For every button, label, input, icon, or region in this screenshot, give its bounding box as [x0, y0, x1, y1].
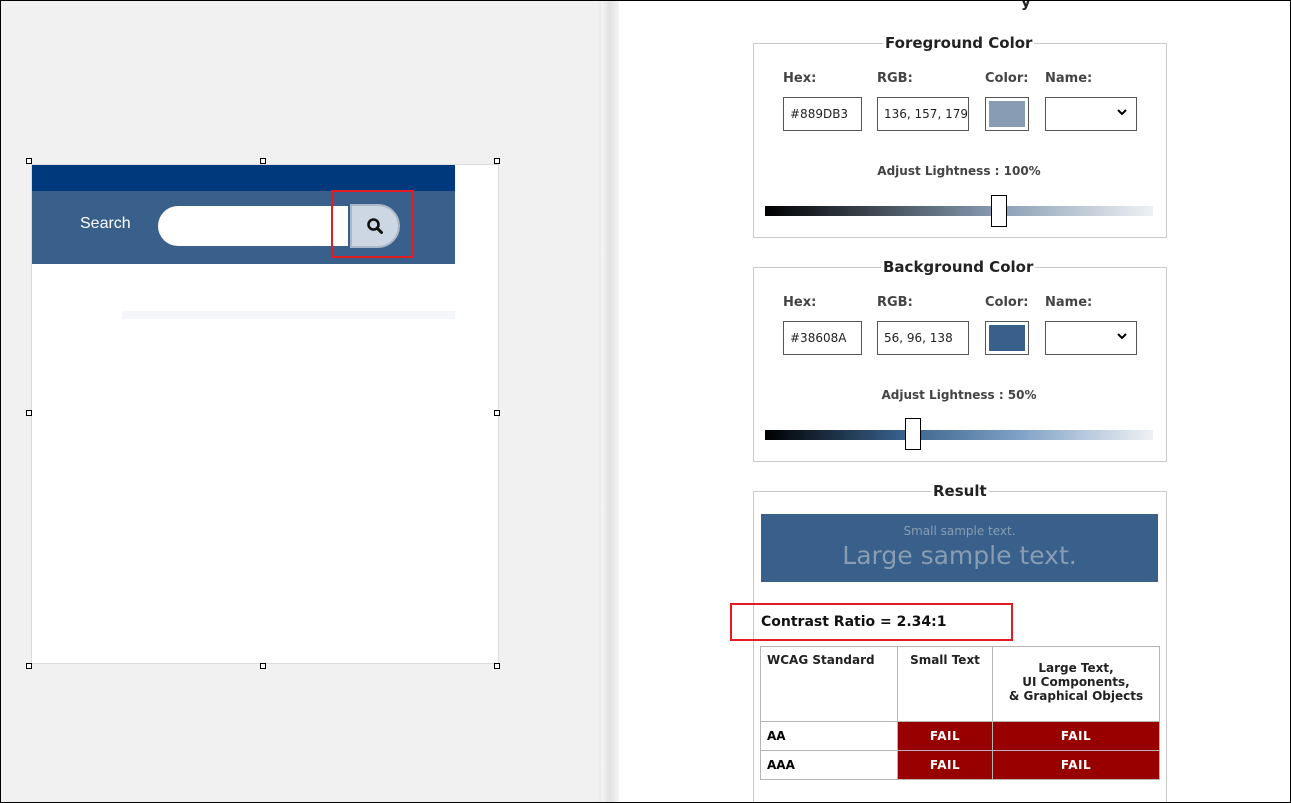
- pane-divider-shadow: [597, 1, 619, 802]
- preview-pane: Search: [1, 1, 601, 802]
- table-row: AAA FAIL FAIL: [760, 750, 1160, 780]
- fg-adjust-lightness-label: Adjust Lightness : 100%: [877, 164, 1041, 178]
- large-sample-text: Large sample text.: [842, 541, 1077, 570]
- resize-handle-bottom[interactable]: [260, 663, 266, 669]
- resize-handle-top-left[interactable]: [26, 158, 32, 164]
- contrast-ratio-highlight: [730, 603, 1013, 641]
- bg-lightness-slider[interactable]: [765, 430, 1153, 440]
- bg-name-label: Name:: [1045, 295, 1093, 310]
- bg-adjust-lightness-label: Adjust Lightness : 50%: [881, 388, 1037, 402]
- resize-handle-top[interactable]: [260, 158, 266, 164]
- fg-rgb-label: RGB:: [877, 71, 913, 86]
- resize-handle-right[interactable]: [494, 410, 500, 416]
- chevron-down-icon: [1117, 333, 1127, 340]
- fg-lightness-slider[interactable]: [765, 206, 1153, 216]
- fg-color-swatch[interactable]: [985, 97, 1029, 131]
- screenshot-frame: Search y Foreground Color Hex: RGB: Colo…: [0, 0, 1291, 803]
- resize-handle-bottom-left[interactable]: [26, 663, 32, 669]
- bg-rgb-input[interactable]: 56, 96, 138: [877, 321, 969, 355]
- background-legend: Background Color: [881, 258, 1036, 276]
- fg-lightness-slider-thumb[interactable]: [991, 195, 1007, 227]
- header-small-text: Small Text: [897, 646, 993, 722]
- foreground-legend: Foreground Color: [883, 34, 1035, 52]
- preview-canvas: Search: [31, 164, 499, 664]
- row-large-result: FAIL: [992, 750, 1160, 780]
- resize-handle-left[interactable]: [26, 410, 32, 416]
- row-small-result: FAIL: [897, 750, 993, 780]
- search-label: Search: [80, 215, 131, 232]
- resize-handle-bottom-right[interactable]: [494, 663, 500, 669]
- table-row: AA FAIL FAIL: [760, 721, 1160, 751]
- row-standard: AAA: [760, 750, 898, 780]
- bg-hex-input[interactable]: #38608A: [783, 321, 862, 355]
- fg-hex-input[interactable]: #889DB3: [783, 97, 862, 131]
- fg-hex-label: Hex:: [783, 71, 817, 86]
- bg-name-select[interactable]: [1045, 321, 1137, 355]
- bg-hex-label: Hex:: [783, 295, 817, 310]
- fg-rgb-input[interactable]: 136, 157, 179: [877, 97, 969, 131]
- row-small-result: FAIL: [897, 721, 993, 751]
- bg-lightness-slider-thumb[interactable]: [905, 418, 921, 450]
- result-legend: Result: [931, 482, 989, 500]
- small-sample-text: Small sample text.: [903, 524, 1016, 538]
- bg-rgb-label: RGB:: [877, 295, 913, 310]
- nav-top-strip: [32, 165, 455, 191]
- search-input[interactable]: [158, 206, 348, 246]
- heading-fragment: y: [1021, 0, 1031, 11]
- chevron-down-icon: [1117, 109, 1127, 116]
- fg-color-label: Color:: [985, 71, 1029, 86]
- sample-text-preview: Small sample text. Large sample text.: [761, 514, 1158, 582]
- bg-color-label: Color:: [985, 295, 1029, 310]
- content-strip: [122, 311, 455, 319]
- fg-name-select[interactable]: [1045, 97, 1137, 131]
- bg-color-swatch[interactable]: [985, 321, 1029, 355]
- header-large-text: Large Text, UI Components, & Graphical O…: [992, 646, 1160, 722]
- row-large-result: FAIL: [992, 721, 1160, 751]
- wcag-results-table: WCAG Standard Small Text Large Text, UI …: [760, 646, 1160, 780]
- row-standard: AA: [760, 721, 898, 751]
- fg-name-label: Name:: [1045, 71, 1093, 86]
- search-button-highlight: [331, 190, 414, 258]
- resize-handle-top-right[interactable]: [494, 158, 500, 164]
- header-wcag-standard: WCAG Standard: [760, 646, 898, 722]
